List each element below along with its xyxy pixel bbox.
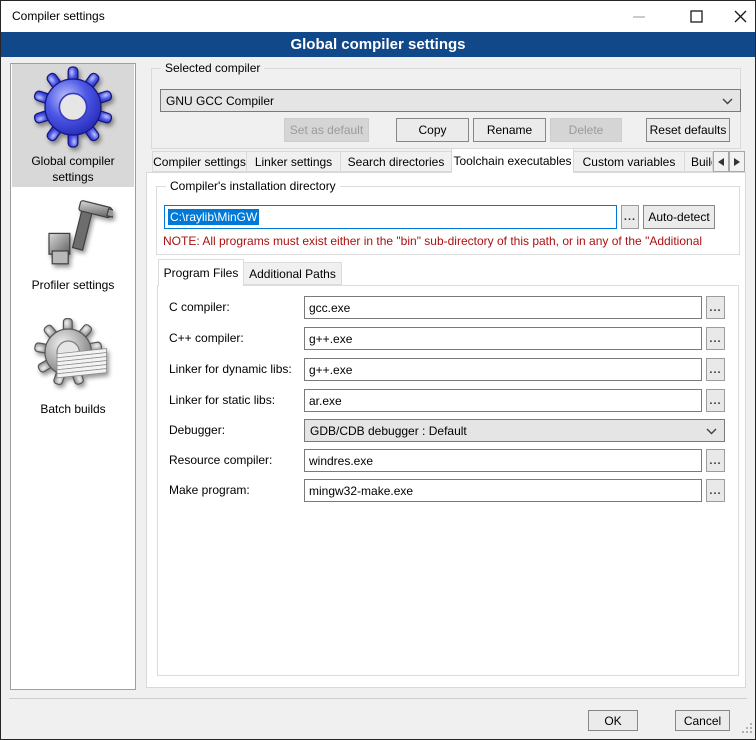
tab-linker-settings[interactable]: Linker settings	[246, 151, 341, 172]
field-label-make-program: Make program:	[169, 483, 250, 497]
blue-gear-icon	[33, 66, 113, 148]
field-label-debugger: Debugger:	[169, 423, 225, 437]
c-compiler-input[interactable]	[304, 296, 702, 319]
rename-button[interactable]: Rename	[473, 118, 546, 142]
tab-custom-variables[interactable]: Custom variables	[573, 151, 685, 172]
delete-button[interactable]: Delete	[550, 118, 622, 142]
reset-defaults-button[interactable]: Reset defaults	[646, 118, 730, 142]
arrow-right-icon	[734, 158, 740, 166]
close-icon	[734, 10, 747, 23]
debugger-select[interactable]: GDB/CDB debugger : Default	[304, 419, 725, 442]
dynamic-linker-browse-button[interactable]: ...	[706, 358, 725, 381]
copy-button[interactable]: Copy	[396, 118, 469, 142]
tab-compiler-settings[interactable]: Compiler settings	[152, 151, 247, 172]
gray-gear-stack-icon	[33, 316, 113, 398]
installation-directory-group-label: Compiler's installation directory	[166, 179, 340, 193]
window-title: Compiler settings	[12, 1, 105, 32]
arrow-left-icon	[718, 158, 724, 166]
selected-compiler-group-label: Selected compiler	[161, 61, 264, 75]
set-as-default-button[interactable]: Set as default	[284, 118, 369, 142]
footer-divider	[9, 698, 747, 699]
close-button[interactable]	[717, 1, 756, 32]
minimize-icon	[633, 11, 645, 23]
sidebar-item-label: Batch builds	[12, 401, 134, 417]
field-label-c-compiler: C compiler:	[169, 300, 230, 314]
subtab-additional-paths[interactable]: Additional Paths	[243, 262, 342, 285]
page-title: Global compiler settings	[1, 32, 755, 57]
sidebar-item-label: Global compiler settings	[12, 153, 134, 185]
field-label-resource-compiler: Resource compiler:	[169, 453, 272, 467]
minimize-button[interactable]	[616, 1, 662, 32]
compiler-select-value: GNU GCC Compiler	[161, 94, 722, 108]
tab-search-directories[interactable]: Search directories	[340, 151, 452, 172]
chevron-down-icon	[706, 424, 717, 438]
compiler-select[interactable]: GNU GCC Compiler	[160, 89, 741, 112]
field-label-dynamic-linker: Linker for dynamic libs:	[169, 362, 292, 376]
make-program-browse-button[interactable]: ...	[706, 479, 725, 502]
installation-directory-browse-button[interactable]: ...	[621, 205, 639, 229]
tab-scroll-right-button[interactable]	[729, 151, 745, 172]
maximize-button[interactable]	[673, 1, 719, 32]
field-label-static-linker: Linker for static libs:	[169, 393, 275, 407]
static-linker-browse-button[interactable]: ...	[706, 389, 725, 412]
cpp-compiler-browse-button[interactable]: ...	[706, 327, 725, 350]
chevron-down-icon	[722, 94, 733, 108]
subtab-program-files[interactable]: Program Files	[158, 259, 244, 286]
ok-button[interactable]: OK	[588, 710, 638, 731]
installation-directory-value: C:\raylib\MinGW	[168, 209, 259, 225]
dynamic-linker-input[interactable]	[304, 358, 702, 381]
sidebar-item-batch-builds[interactable]: Batch builds	[12, 314, 134, 418]
tab-toolchain-executables[interactable]: Toolchain executables	[451, 148, 574, 173]
c-compiler-browse-button[interactable]: ...	[706, 296, 725, 319]
static-linker-input[interactable]	[304, 389, 702, 412]
sidebar-item-label: Profiler settings	[12, 277, 134, 293]
autodetect-button[interactable]: Auto-detect	[643, 205, 715, 229]
cancel-button[interactable]: Cancel	[675, 710, 730, 731]
titlebar[interactable]: Compiler settings	[1, 1, 755, 32]
sidebar-item-global-compiler-settings[interactable]: Global compiler settings	[12, 64, 134, 187]
sidebar: Global compiler settings	[10, 63, 136, 690]
resource-compiler-browse-button[interactable]: ...	[706, 449, 725, 472]
field-label-cpp-compiler: C++ compiler:	[169, 331, 244, 345]
compiler-settings-dialog: Compiler settings Global compiler settin…	[0, 0, 756, 740]
note-text: NOTE: All programs must exist either in …	[163, 234, 739, 248]
resource-compiler-input[interactable]	[304, 449, 702, 472]
caliper-icon	[33, 194, 113, 276]
tab-build[interactable]: Build	[684, 151, 713, 172]
tab-scroll-left-button[interactable]	[713, 151, 729, 172]
sidebar-item-profiler-settings[interactable]: Profiler settings	[12, 192, 134, 296]
maximize-icon	[690, 10, 703, 23]
resize-grip-icon[interactable]	[742, 722, 752, 736]
debugger-select-value: GDB/CDB debugger : Default	[305, 424, 706, 438]
installation-directory-input[interactable]: C:\raylib\MinGW	[164, 205, 617, 229]
cpp-compiler-input[interactable]	[304, 327, 702, 350]
make-program-input[interactable]	[304, 479, 702, 502]
